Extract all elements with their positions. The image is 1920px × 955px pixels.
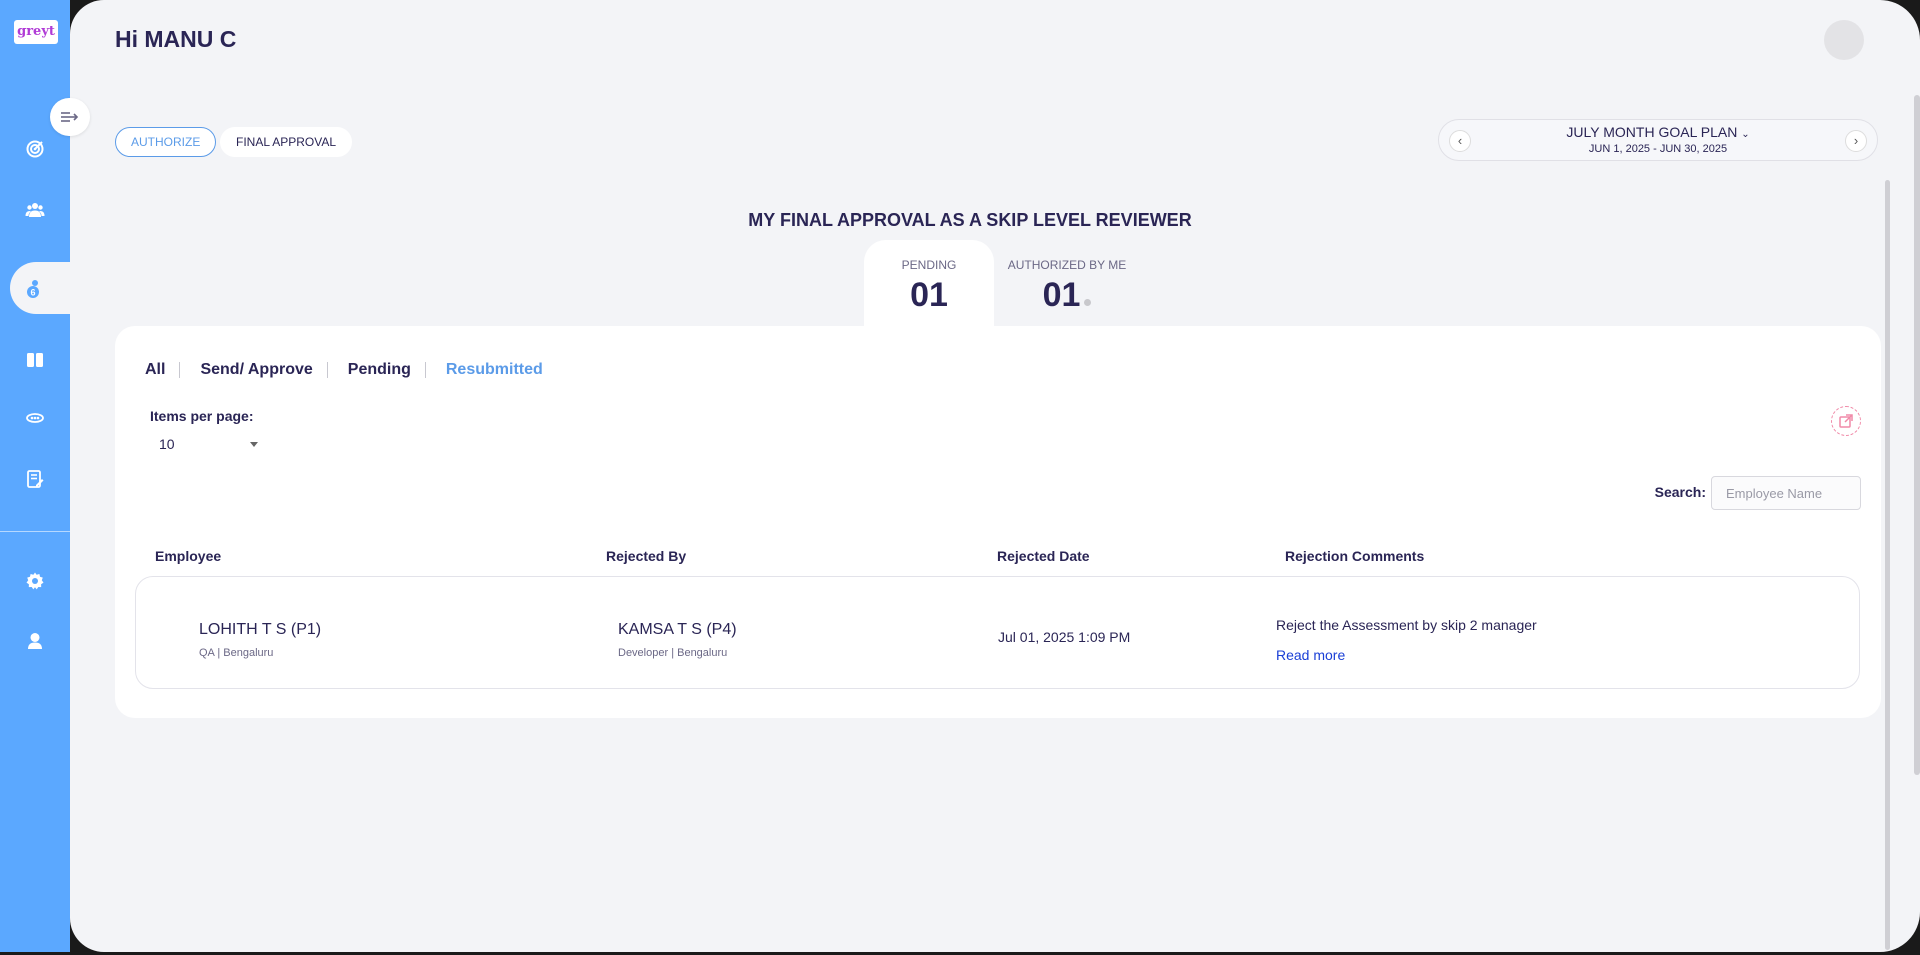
search-label: Search: (1654, 484, 1706, 500)
sidebar-item-library[interactable] (22, 347, 48, 373)
status-dot (1084, 299, 1092, 306)
target-icon (26, 140, 44, 158)
stat-pending[interactable]: PENDING 01 (864, 240, 994, 326)
table-row[interactable]: LOHITH T S (P1) QA | Bengaluru KAMSA T S… (135, 576, 1860, 689)
tab-final-approval[interactable]: FINAL APPROVAL (220, 127, 353, 157)
sidebar-item-team[interactable] (22, 197, 48, 223)
book-icon (27, 353, 43, 367)
employee-meta: QA | Bengaluru (199, 647, 274, 659)
sidebar-item-settings[interactable] (22, 568, 48, 594)
stat-pending-value: 01 (910, 276, 948, 314)
rejected-by-meta: Developer | Bengaluru (618, 647, 728, 659)
sidebar-item-feedback[interactable] (22, 405, 48, 431)
stat-authorized[interactable]: AUTHORIZED BY ME 01 (1002, 240, 1132, 326)
sidebar-item-profile[interactable] (22, 628, 48, 654)
rejected-by-name: KAMSA T S (P4) (618, 621, 737, 638)
sidebar-badge: 6 (30, 288, 35, 298)
export-button[interactable] (1831, 406, 1861, 436)
feedback-icon (26, 413, 44, 423)
approval-card: All Send/ Approve Pending Resubmitted It… (115, 326, 1881, 718)
items-per-page-select[interactable]: 10 (150, 436, 260, 458)
column-header-rejection-comments: Rejection Comments (1285, 548, 1425, 564)
user-icon (28, 633, 42, 649)
filter-divider (179, 362, 181, 378)
page-scrollbar[interactable] (1914, 95, 1920, 775)
chevron-down-icon: ⌄ (1741, 129, 1750, 140)
stat-authorized-label: AUTHORIZED BY ME (1007, 258, 1127, 272)
sidebar-item-goals[interactable] (22, 136, 48, 162)
filter-send-approve[interactable]: Send/ Approve (200, 361, 312, 379)
content-scrollbar[interactable] (1885, 180, 1890, 950)
rejection-comment: Reject the Assessment by skip 2 manager (1276, 617, 1537, 633)
stat-pending-label: PENDING (901, 258, 957, 272)
sidebar-item-skip-review[interactable]: 6 (22, 276, 48, 302)
goal-plan-selector[interactable]: ‹ JULY MONTH GOAL PLAN ⌄ JUN 1, 2025 - J… (1438, 119, 1878, 161)
tab-authorize[interactable]: AUTHORIZE (115, 127, 217, 157)
filter-all[interactable]: All (145, 361, 165, 379)
goal-plan-title[interactable]: JULY MONTH GOAL PLAN ⌄ (1439, 124, 1877, 140)
sidebar-item-notes[interactable] (22, 466, 48, 492)
team-icon (25, 203, 45, 217)
employee-name[interactable]: LOHITH T S (P1) (199, 621, 321, 639)
read-more-link[interactable]: Read more (1276, 647, 1345, 663)
collapse-arrow-icon (61, 112, 79, 122)
avatar[interactable] (1824, 20, 1864, 60)
caret-down-icon (250, 442, 258, 447)
column-header-rejected-by: Rejected By (606, 548, 687, 564)
gear-icon (26, 572, 44, 590)
section-title: MY FINAL APPROVAL AS A SKIP LEVEL REVIEW… (748, 210, 1192, 230)
filter-divider (424, 362, 426, 378)
column-header-rejected-date: Rejected Date (997, 548, 1090, 564)
stat-authorized-value: 01 (1042, 276, 1081, 314)
sidebar-collapse-button[interactable] (50, 98, 90, 136)
filter-tabs: All Send/ Approve Pending Resubmitted (145, 361, 543, 379)
rejected-date: Jul 01, 2025 1:09 PM (998, 629, 1131, 645)
items-per-page-value: 10 (159, 436, 175, 452)
filter-resubmitted[interactable]: Resubmitted (446, 361, 543, 379)
skip-review-icon: 6 (27, 280, 39, 298)
items-per-page-label: Items per page: (150, 408, 254, 424)
sidebar-divider (0, 531, 70, 532)
search-input[interactable] (1711, 476, 1861, 510)
filter-pending[interactable]: Pending (348, 361, 411, 379)
filter-divider (326, 362, 328, 378)
goal-plan-title-text: JULY MONTH GOAL PLAN (1566, 124, 1738, 140)
column-header-employee: Employee (155, 548, 222, 564)
app-logo[interactable]: greyt (14, 20, 58, 44)
external-link-icon (1839, 414, 1853, 428)
main-panel: Hi MANU C AUTHORIZE FINAL APPROVAL ‹ JUL… (70, 0, 1920, 952)
greeting-title: Hi MANU C (115, 26, 237, 52)
goal-plan-range: JUN 1, 2025 - JUN 30, 2025 (1588, 143, 1728, 155)
sidebar: greyt 6 (0, 0, 70, 952)
notes-icon (27, 470, 44, 488)
chevron-right-icon[interactable]: › (1845, 130, 1867, 152)
